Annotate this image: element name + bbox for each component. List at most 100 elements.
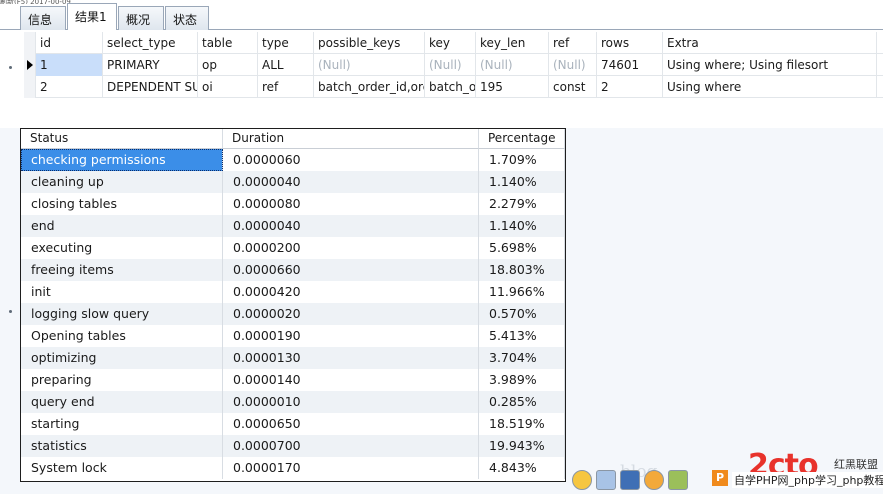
tab-info[interactable]: 信息 (20, 6, 66, 30)
table-row[interactable]: query end 0.0000010 0.285% (21, 391, 565, 413)
column-header-percentage[interactable]: Percentage (479, 129, 565, 149)
cell-percentage[interactable]: 0.570% (479, 303, 565, 325)
monitor-icon[interactable] (620, 470, 640, 490)
cell-duration[interactable]: 0.0000060 (223, 149, 479, 171)
table-row[interactable]: closing tables 0.0000080 2.279% (21, 193, 565, 215)
row-selector[interactable] (24, 54, 36, 76)
column-header-key[interactable]: key (425, 32, 476, 54)
cell-ref[interactable]: const (549, 76, 597, 98)
emoji-icon[interactable] (644, 470, 664, 490)
cell-duration[interactable]: 0.0000040 (223, 215, 479, 237)
table-row[interactable]: executing 0.0000200 5.698% (21, 237, 565, 259)
cell-percentage[interactable]: 1.709% (479, 149, 565, 171)
cell-percentage[interactable]: 1.140% (479, 171, 565, 193)
cell-rows[interactable]: 2 (597, 76, 663, 98)
cell-percentage[interactable]: 1.140% (479, 215, 565, 237)
cell-duration[interactable]: 0.0000040 (223, 171, 479, 193)
cell-status[interactable]: query end (21, 391, 223, 413)
cell-key-len[interactable]: 195 (476, 76, 549, 98)
column-header-extra[interactable]: Extra (663, 32, 877, 54)
cell-duration[interactable]: 0.0000010 (223, 391, 479, 413)
cell-duration[interactable]: 0.0000190 (223, 325, 479, 347)
cell-status[interactable]: init (21, 281, 223, 303)
tab-overview[interactable]: 概况 (118, 6, 164, 30)
cell-rows[interactable]: 74601 (597, 54, 663, 76)
cell-id[interactable]: 1 (36, 54, 103, 76)
cell-table[interactable]: oi (198, 76, 258, 98)
cell-percentage[interactable]: 19.943% (479, 435, 565, 457)
column-header-duration[interactable]: Duration (223, 129, 479, 149)
cell-status[interactable]: executing (21, 237, 223, 259)
cell-percentage[interactable]: 5.698% (479, 237, 565, 259)
cell-status[interactable]: checking permissions (21, 149, 223, 171)
cell-status[interactable]: optimizing (21, 347, 223, 369)
cell-status[interactable]: starting (21, 413, 223, 435)
cell-duration[interactable]: 0.0000020 (223, 303, 479, 325)
cell-possible-keys[interactable]: batch_order_id,order_id (314, 76, 425, 98)
column-header-select-type[interactable]: select_type (103, 32, 198, 54)
cell-status[interactable]: statistics (21, 435, 223, 457)
cell-percentage[interactable]: 3.704% (479, 347, 565, 369)
cell-key[interactable]: (Null) (425, 54, 476, 76)
cell-percentage[interactable]: 18.519% (479, 413, 565, 435)
cell-possible-keys[interactable]: (Null) (314, 54, 425, 76)
tab-status[interactable]: 状态 (165, 6, 209, 30)
table-row[interactable]: checking permissions 0.0000060 1.709% (21, 149, 565, 171)
column-header-rows[interactable]: rows (597, 32, 663, 54)
cell-status[interactable]: logging slow query (21, 303, 223, 325)
cell-duration[interactable]: 0.0000140 (223, 369, 479, 391)
cell-percentage[interactable]: 3.989% (479, 369, 565, 391)
table-row[interactable]: end 0.0000040 1.140% (21, 215, 565, 237)
cell-status[interactable]: preparing (21, 369, 223, 391)
cell-key[interactable]: batch_order_id (425, 76, 476, 98)
table-row[interactable]: freeing items 0.0000660 18.803% (21, 259, 565, 281)
table-row[interactable]: starting 0.0000650 18.519% (21, 413, 565, 435)
cell-duration[interactable]: 0.0000420 (223, 281, 479, 303)
column-header-ref[interactable]: ref (549, 32, 597, 54)
cell-status[interactable]: cleaning up (21, 171, 223, 193)
cell-duration[interactable]: 0.0000200 (223, 237, 479, 259)
cell-percentage[interactable]: 5.413% (479, 325, 565, 347)
column-header-status[interactable]: Status (21, 129, 223, 149)
cell-key-len[interactable]: (Null) (476, 54, 549, 76)
cell-percentage[interactable]: 0.285% (479, 391, 565, 413)
table-row[interactable]: logging slow query 0.0000020 0.570% (21, 303, 565, 325)
cell-type[interactable]: ref (258, 76, 314, 98)
cell-duration[interactable]: 0.0000130 (223, 347, 479, 369)
row-selector[interactable] (24, 76, 36, 98)
tab-result1[interactable]: 结果1 (67, 3, 117, 31)
cell-duration[interactable]: 0.0000080 (223, 193, 479, 215)
cell-select-type[interactable]: DEPENDENT SUBQUERY (103, 76, 198, 98)
cell-status[interactable]: freeing items (21, 259, 223, 281)
cell-extra[interactable]: Using where (663, 76, 877, 98)
table-row[interactable]: statistics 0.0000700 19.943% (21, 435, 565, 457)
column-header-type[interactable]: type (258, 32, 314, 54)
cell-status[interactable]: Opening tables (21, 325, 223, 347)
cell-table[interactable]: op (198, 54, 258, 76)
table-row[interactable]: optimizing 0.0000130 3.704% (21, 347, 565, 369)
cell-select-type[interactable]: PRIMARY (103, 54, 198, 76)
save-icon[interactable] (596, 470, 616, 490)
cell-extra[interactable]: Using where; Using filesort (663, 54, 877, 76)
cell-percentage[interactable]: 11.966% (479, 281, 565, 303)
cell-duration[interactable]: 0.0000650 (223, 413, 479, 435)
cell-ref[interactable]: (Null) (549, 54, 597, 76)
cell-percentage[interactable]: 4.843% (479, 457, 565, 479)
cell-percentage[interactable]: 18.803% (479, 259, 565, 281)
cell-id[interactable]: 2 (36, 76, 103, 98)
cell-duration[interactable]: 0.0000660 (223, 259, 479, 281)
table-row[interactable]: 2 DEPENDENT SUBQUERY oi ref batch_order_… (24, 76, 883, 98)
column-header-possible-keys[interactable]: possible_keys (314, 32, 425, 54)
cell-duration[interactable]: 0.0000170 (223, 457, 479, 479)
table-row[interactable]: System lock 0.0000170 4.843% (21, 457, 565, 479)
cell-percentage[interactable]: 2.279% (479, 193, 565, 215)
cell-status[interactable]: System lock (21, 457, 223, 479)
column-header-id[interactable]: id (36, 32, 103, 54)
cell-duration[interactable]: 0.0000700 (223, 435, 479, 457)
cell-status[interactable]: closing tables (21, 193, 223, 215)
cell-status[interactable]: end (21, 215, 223, 237)
column-header-table[interactable]: table (198, 32, 258, 54)
table-row[interactable]: init 0.0000420 11.966% (21, 281, 565, 303)
image-icon[interactable] (668, 470, 688, 490)
table-row[interactable]: preparing 0.0000140 3.989% (21, 369, 565, 391)
